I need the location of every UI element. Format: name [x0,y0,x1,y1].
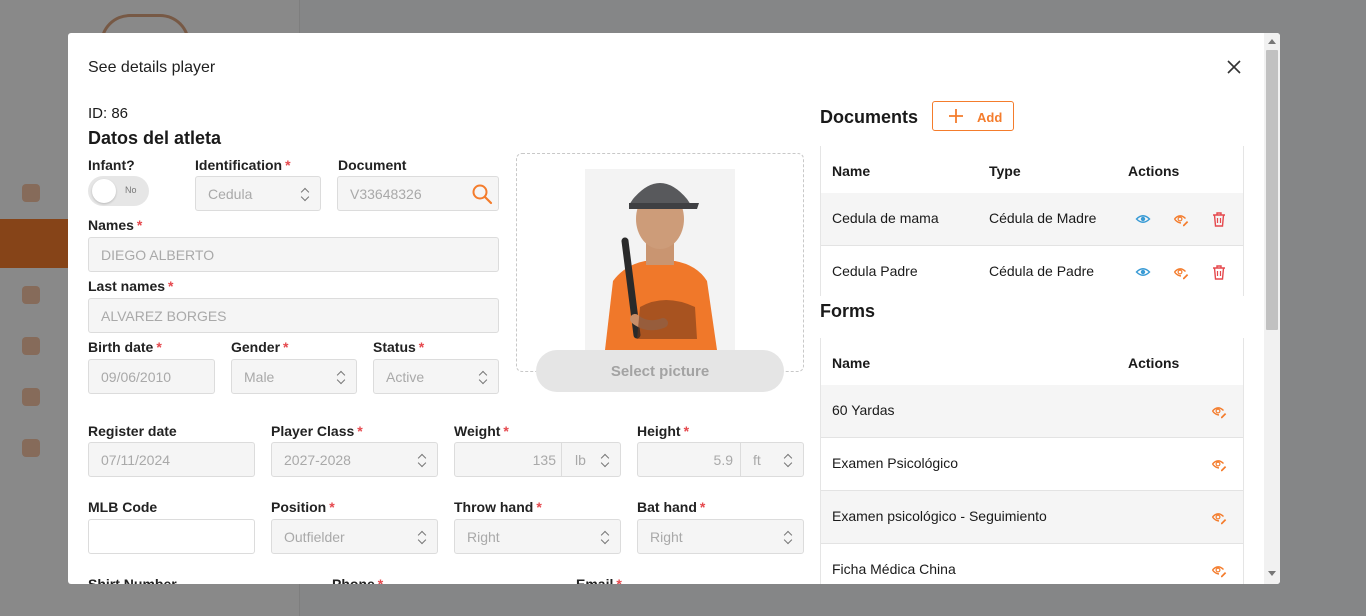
chevron-updown-icon [600,453,610,467]
modal-scrollbar[interactable] [1264,33,1280,584]
last-names-label: Last names * [88,278,174,294]
select-picture-button[interactable]: Select picture [536,350,784,392]
player-class-select[interactable]: 2027-2028 [271,442,438,477]
chevron-updown-icon [300,187,310,201]
documents-title: Documents [820,107,919,127]
eye-edit-icon[interactable] [1173,264,1189,280]
form-name: 60 Yardas [832,402,895,418]
column-header: Actions [1128,355,1180,371]
status-select[interactable]: Active [373,359,499,394]
bat-hand-label: Bat hand * [637,499,706,515]
mlb-code-label: MLB Code [88,499,158,515]
throw-hand-label: Throw hand * [454,499,542,515]
email-label: Email * [576,576,622,584]
player-id: ID: 86 [88,105,129,122]
eye-icon[interactable] [1135,264,1151,280]
identification-label: Identification * [195,157,291,173]
eye-icon[interactable] [1135,211,1151,227]
table-row: Examen psicológico - Seguimiento [821,491,1243,544]
eye-edit-icon[interactable] [1211,509,1227,525]
close-icon[interactable] [1224,57,1244,77]
gender-label: Gender * [231,339,289,355]
throw-hand-select[interactable]: Right [454,519,621,554]
scroll-down-arrow[interactable] [1268,571,1276,576]
height-field[interactable]: 5.9 ft [637,442,804,477]
weight-field[interactable]: 135 lb [454,442,621,477]
chevron-updown-icon [783,530,793,544]
section-title: Datos del atleta [88,128,222,148]
trash-icon[interactable] [1211,211,1227,227]
documents-header-row: Name Type Actions [821,146,1243,199]
position-label: Position * [271,499,335,515]
chevron-updown-icon [600,530,610,544]
modal-title: See details player [88,59,216,76]
register-date-label: Register date [88,423,177,439]
chevron-updown-icon [783,453,793,467]
add-label: Add [977,110,1003,125]
column-header: Name [832,163,871,179]
column-header: Type [989,163,1021,179]
column-header: Actions [1128,163,1180,179]
trash-icon[interactable] [1211,264,1227,280]
phone-label: Phone * [332,576,384,584]
register-date-field[interactable]: 07/11/2024 [88,442,255,477]
birth-date-label: Birth date * [88,339,162,355]
eye-edit-icon[interactable] [1211,403,1227,419]
bat-hand-select[interactable]: Right [637,519,804,554]
table-row: Cedula Padre Cédula de Padre [821,246,1243,296]
column-header: Name [832,355,871,371]
plus-icon [949,109,963,123]
birth-date-field[interactable]: 09/06/2010 [88,359,215,394]
search-icon[interactable] [471,183,493,205]
eye-edit-icon[interactable] [1211,456,1227,472]
chevron-updown-icon [336,370,346,384]
chevron-updown-icon [417,530,427,544]
forms-header-row: Name Actions [821,338,1243,391]
eye-edit-icon[interactable] [1173,211,1189,227]
document-label: Document [338,157,407,173]
table-row: Ficha Médica China [821,544,1243,584]
table-row: Examen Psicológico [821,438,1243,491]
weight-label: Weight * [454,423,509,439]
infant-toggle[interactable]: No [88,176,149,206]
position-select[interactable]: Outfielder [271,519,438,554]
last-names-field[interactable]: ALVAREZ BORGES [88,298,499,333]
table-row: Cedula de mama Cédula de Madre [821,193,1243,246]
height-label: Height * [637,423,690,439]
eye-edit-icon[interactable] [1211,562,1227,578]
add-document-button[interactable]: Add [932,101,1014,131]
scroll-up-arrow[interactable] [1268,39,1276,44]
unit-divider [740,443,741,476]
names-label: Names * [88,217,143,233]
documents-table: Name Type Actions Cedula de mama Cédula … [820,146,1244,296]
form-name: Examen psicológico - Seguimiento [832,508,1047,524]
player-photo [585,169,735,350]
unit-divider [561,443,562,476]
player-class-label: Player Class * [271,423,363,439]
status-label: Status * [373,339,425,355]
document-type: Cédula de Padre [989,263,1095,279]
form-name: Ficha Médica China [832,561,956,577]
document-name: Cedula Padre [832,263,918,279]
weight-unit[interactable]: lb [575,452,586,468]
form-name: Examen Psicológico [832,455,959,471]
chevron-updown-icon [478,370,488,384]
forms-table: Name Actions 60 Yardas Examen Psicológic… [820,338,1244,584]
names-field[interactable]: DIEGO ALBERTO [88,237,499,272]
table-row: 60 Yardas [821,385,1243,438]
scroll-thumb[interactable] [1266,50,1278,330]
infant-label: Infant? [88,157,135,173]
height-unit[interactable]: ft [753,452,761,468]
toggle-knob [92,179,116,203]
document-name: Cedula de mama [832,210,939,226]
shirt-number-label: Shirt Number [88,576,177,584]
toggle-text: No [125,185,137,195]
forms-title: Forms [820,301,876,321]
identification-select[interactable]: Cedula [195,176,321,211]
document-type: Cédula de Madre [989,210,1097,226]
player-details-modal: See details player ID: 86 Datos del atle… [68,33,1280,584]
mlb-code-field[interactable] [88,519,255,554]
gender-select[interactable]: Male [231,359,357,394]
chevron-updown-icon [417,453,427,467]
